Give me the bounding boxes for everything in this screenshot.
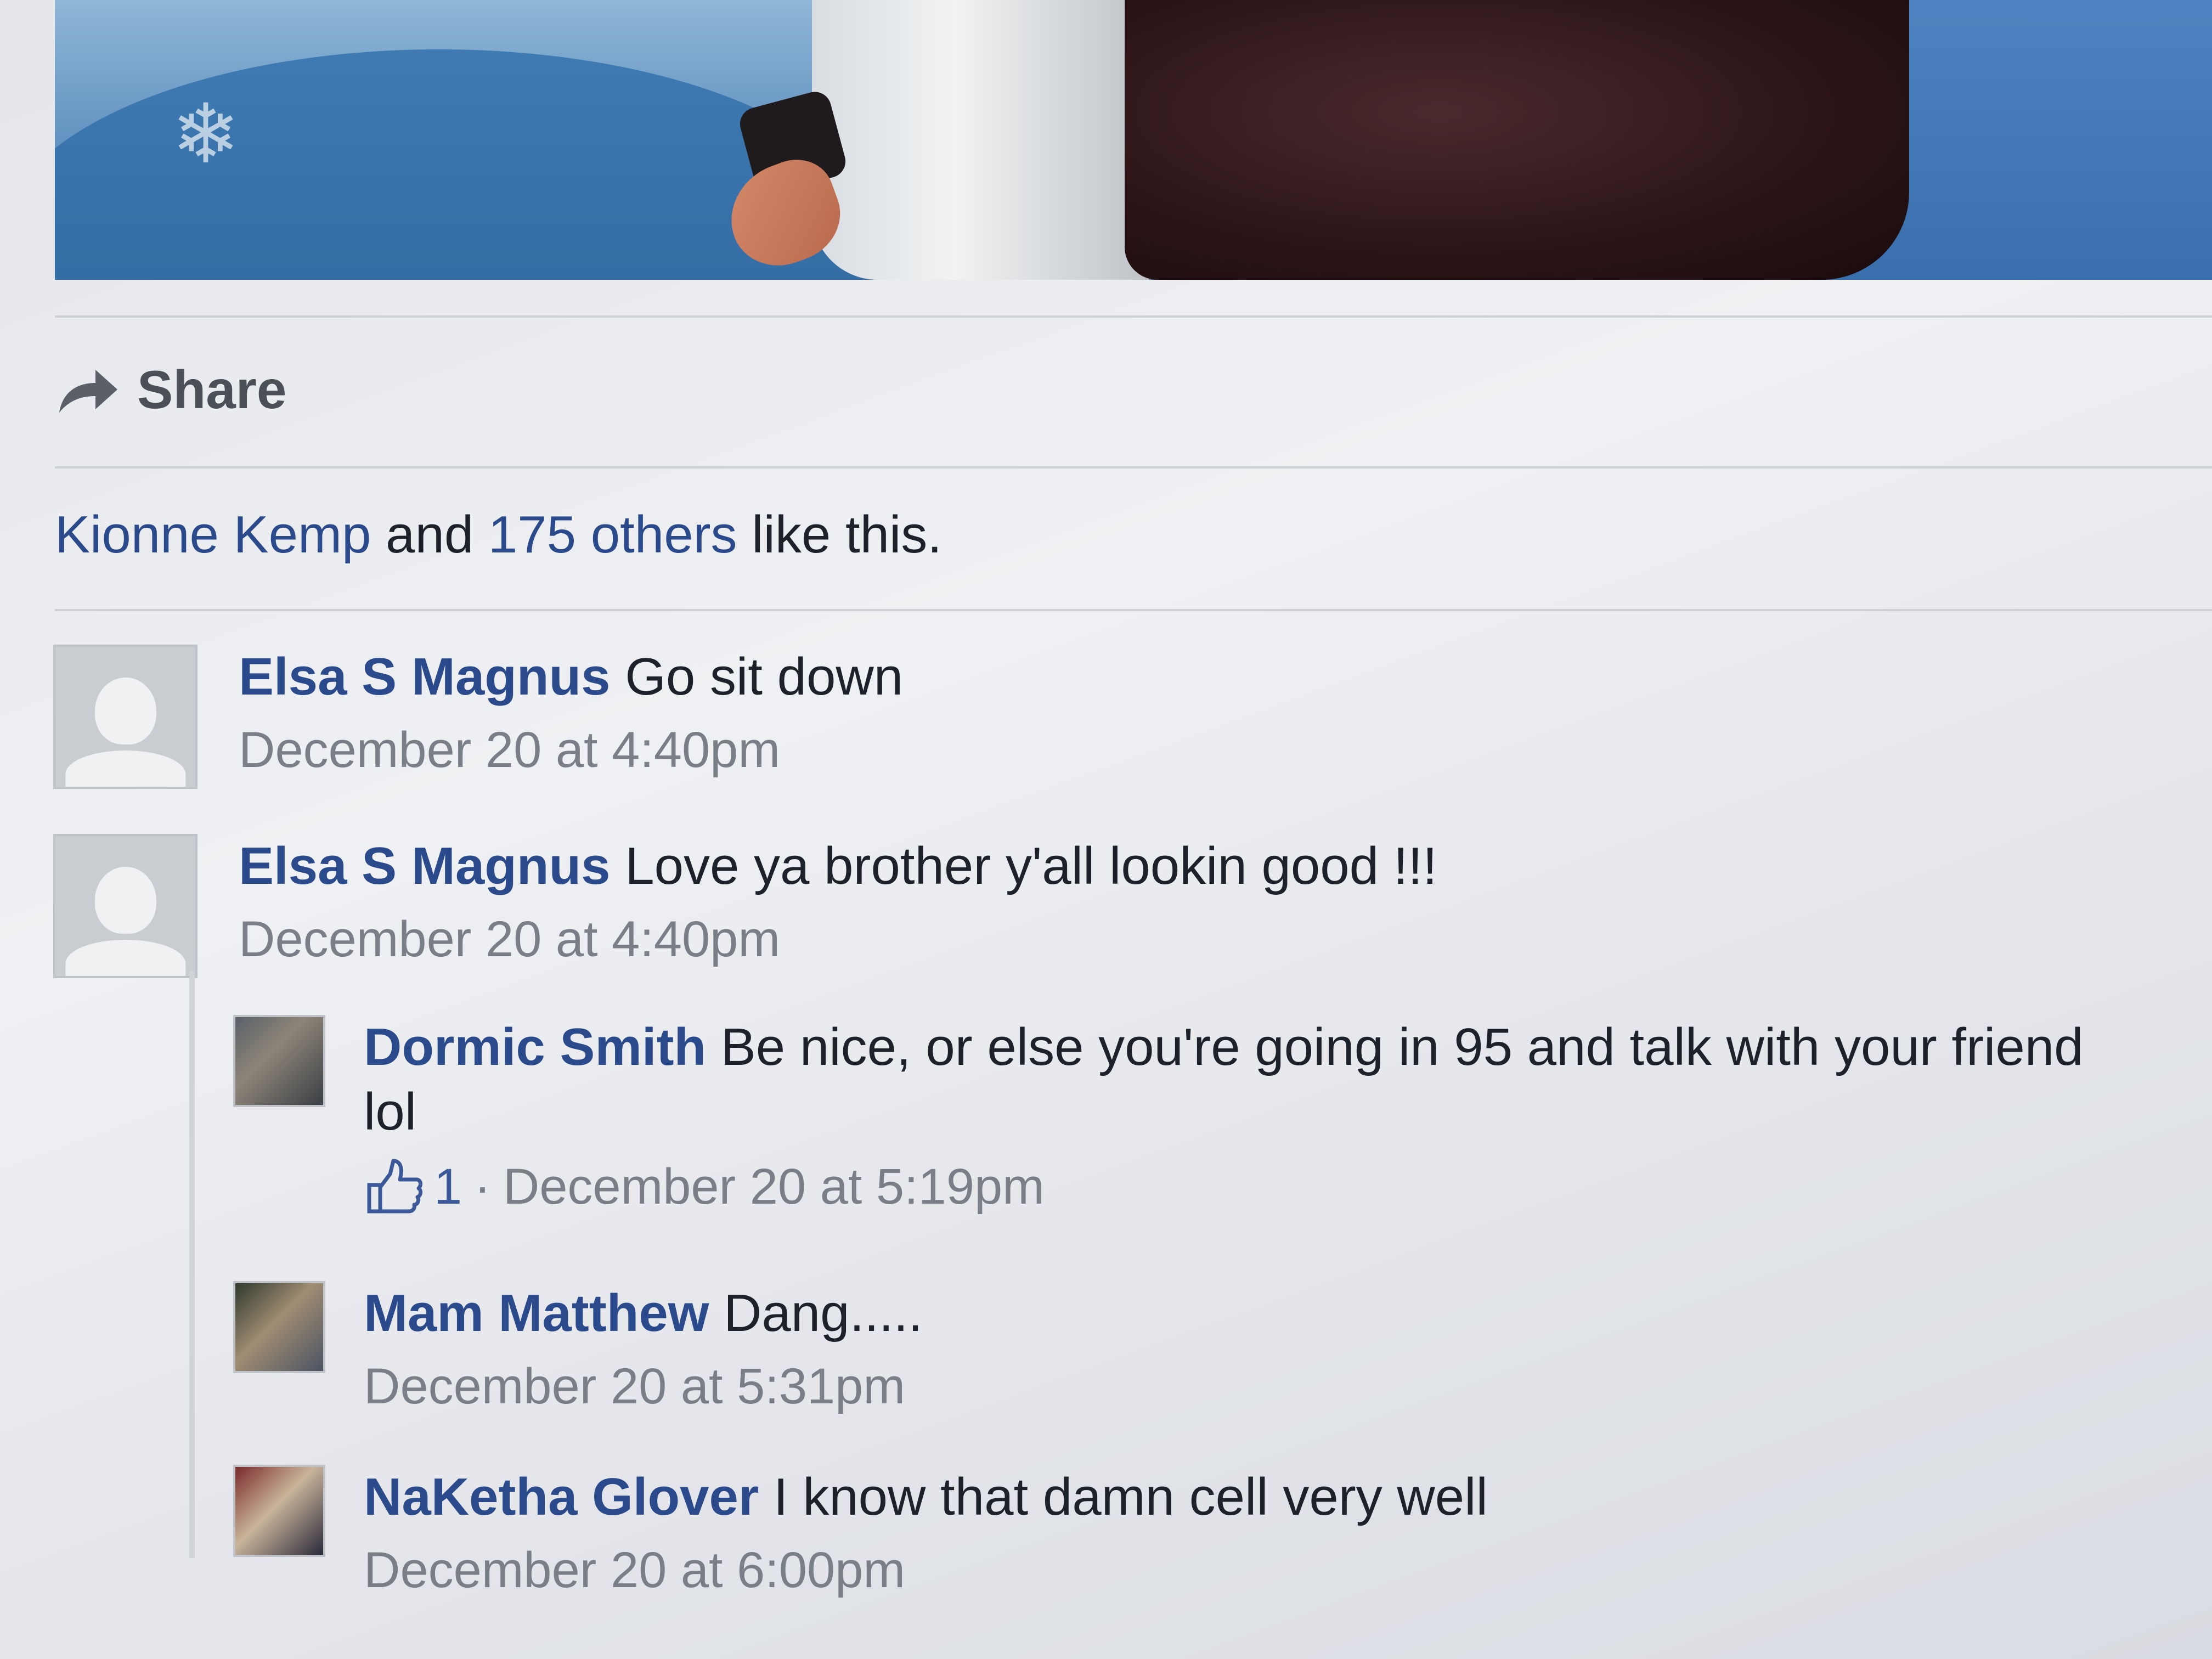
- avatar[interactable]: [233, 1015, 325, 1107]
- reply-text: I know that damn cell very well: [773, 1468, 1488, 1526]
- comment-text-line: Elsa S Magnus Love ya brother y'all look…: [239, 834, 1437, 899]
- reply: Dormic Smith Be nice, or else you're goi…: [233, 1015, 2126, 1217]
- avatar[interactable]: [53, 834, 198, 978]
- likes-suffix: like this.: [737, 505, 942, 564]
- comment-author-link[interactable]: Elsa S Magnus: [239, 837, 611, 895]
- comment-body: Elsa S Magnus Love ya brother y'all look…: [239, 834, 1437, 968]
- divider: [55, 466, 2212, 469]
- comment-meta: December 20 at 4:40pm: [239, 721, 903, 779]
- reply-author-link[interactable]: Dormic Smith: [364, 1018, 706, 1076]
- reply-text-line: NaKetha Glover I know that damn cell ver…: [364, 1465, 1488, 1530]
- likes-others-link[interactable]: 175 others: [488, 505, 737, 564]
- reply-timestamp[interactable]: December 20 at 5:19pm: [503, 1158, 1045, 1216]
- comment-body: Elsa S Magnus Go sit down December 20 at…: [239, 645, 903, 779]
- share-button[interactable]: Share: [55, 351, 286, 428]
- comment-text: Go sit down: [625, 647, 904, 706]
- photo-dark-coat: [1125, 0, 1909, 280]
- reply-like-count[interactable]: 1: [434, 1158, 462, 1216]
- comment-timestamp[interactable]: December 20 at 4:40pm: [239, 911, 780, 968]
- reply-body: NaKetha Glover I know that damn cell ver…: [364, 1465, 1488, 1599]
- default-avatar-body: [65, 939, 186, 976]
- post-photo[interactable]: ❄: [55, 0, 2212, 280]
- comment-author-link[interactable]: Elsa S Magnus: [239, 647, 611, 706]
- comment-text: Love ya brother y'all lookin good !!!: [625, 837, 1437, 895]
- comment-meta: December 20 at 4:40pm: [239, 911, 1437, 968]
- avatar[interactable]: [53, 645, 198, 789]
- reply-text-line: Dormic Smith Be nice, or else you're goi…: [364, 1015, 2126, 1144]
- default-avatar-icon: [94, 678, 156, 745]
- reply-timestamp[interactable]: December 20 at 5:31pm: [364, 1358, 905, 1415]
- avatar[interactable]: [233, 1281, 325, 1373]
- default-avatar-body: [65, 750, 186, 787]
- photo-fur-coat: [812, 0, 1169, 280]
- reply-text-line: Mam Matthew Dang.....: [364, 1281, 923, 1346]
- facebook-post-page: ❄ Share Kionne Kemp and 175 others like …: [0, 0, 2212, 1659]
- divider: [55, 609, 2212, 611]
- reply-author-link[interactable]: NaKetha Glover: [364, 1468, 759, 1526]
- thumbs-up-icon[interactable]: [364, 1156, 424, 1217]
- share-arrow-icon: [59, 370, 117, 413]
- likes-conjunction: and: [371, 505, 488, 564]
- default-avatar-icon: [94, 867, 156, 934]
- reply-body: Dormic Smith Be nice, or else you're goi…: [364, 1015, 2126, 1217]
- reply: NaKetha Glover I know that damn cell ver…: [233, 1465, 1488, 1599]
- meta-separator: ·: [474, 1158, 491, 1215]
- comment: Elsa S Magnus Go sit down December 20 at…: [53, 645, 903, 789]
- snowflake-icon: ❄: [171, 87, 240, 182]
- share-label: Share: [137, 359, 287, 420]
- reply-author-link[interactable]: Mam Matthew: [364, 1284, 709, 1342]
- divider: [55, 315, 2212, 318]
- reply-text: Dang.....: [724, 1284, 923, 1342]
- likes-summary: Kionne Kemp and 175 others like this.: [55, 505, 942, 565]
- reply-meta: 1 · December 20 at 5:19pm: [364, 1156, 2126, 1217]
- reply-body: Mam Matthew Dang..... December 20 at 5:3…: [364, 1281, 923, 1415]
- liker-name-link[interactable]: Kionne Kemp: [55, 505, 371, 564]
- reply-meta: December 20 at 5:31pm: [364, 1358, 923, 1415]
- comment-timestamp[interactable]: December 20 at 4:40pm: [239, 721, 780, 779]
- reply: Mam Matthew Dang..... December 20 at 5:3…: [233, 1281, 923, 1415]
- post-card: ❄ Share Kionne Kemp and 175 others like …: [0, 0, 2212, 1659]
- comment: Elsa S Magnus Love ya brother y'all look…: [53, 834, 1437, 978]
- comment-text-line: Elsa S Magnus Go sit down: [239, 645, 903, 709]
- avatar[interactable]: [233, 1465, 325, 1557]
- reply-meta: December 20 at 6:00pm: [364, 1542, 1488, 1599]
- reply-timestamp[interactable]: December 20 at 6:00pm: [364, 1542, 905, 1599]
- replies-thread-line: [189, 971, 195, 1558]
